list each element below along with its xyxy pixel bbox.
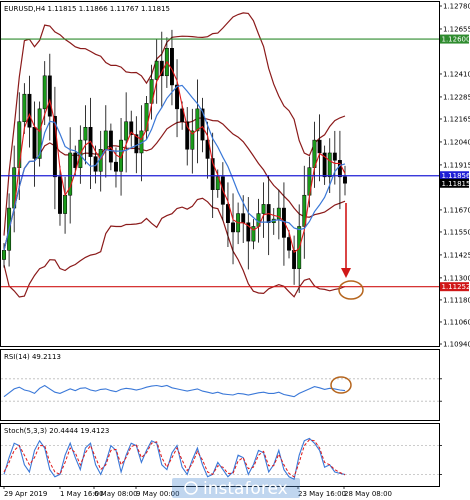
candle-body bbox=[292, 250, 297, 269]
price-tick-label: 1.12040 bbox=[443, 138, 470, 146]
rsi-label: RSI(14) 49.2113 bbox=[4, 353, 61, 361]
candle-body bbox=[114, 161, 118, 172]
price-tick-label: 1.12780 bbox=[443, 3, 470, 11]
candle-body bbox=[2, 250, 6, 260]
main-panel bbox=[0, 1, 440, 347]
price-tick-label: 1.12410 bbox=[443, 70, 470, 78]
candle-body bbox=[241, 213, 246, 224]
date-tick-label: 23 May 16:00 bbox=[298, 490, 346, 498]
candle-body bbox=[124, 121, 129, 141]
resistance-price-label: 1.12600 bbox=[442, 36, 470, 44]
symbol-header: EURUSD,H4 1.11815 1.11866 1.11767 1.1181… bbox=[4, 5, 170, 13]
price-tick-label: 1.11915 bbox=[443, 161, 470, 169]
candle-body bbox=[73, 152, 78, 168]
date-tick-label: 29 Apr 2019 bbox=[4, 490, 47, 498]
price-tick-label: 1.12165 bbox=[443, 115, 470, 123]
watermark-text: instaforex bbox=[203, 479, 288, 499]
candle-body bbox=[343, 176, 347, 184]
candle-body bbox=[195, 108, 200, 132]
candle-body bbox=[337, 160, 342, 178]
candle-body bbox=[103, 130, 108, 150]
candle-body bbox=[154, 60, 159, 80]
candle-body bbox=[42, 75, 47, 110]
eurusd-chart: 1.126001.118561.118151.11252 1.127801.12… bbox=[0, 1, 470, 499]
candle-body bbox=[32, 126, 37, 159]
candle-body bbox=[27, 93, 32, 128]
price-tick-label: 1.11060 bbox=[443, 318, 470, 326]
price-axis-ticks: 1.12780 1.12655 1.12410 1.12285 1.12165 1.120… bbox=[439, 3, 470, 475]
price-tick-label: 1.11670 bbox=[443, 206, 470, 214]
price-tick-label: 1.10940 bbox=[443, 341, 470, 349]
price-tick-label: 1.12285 bbox=[443, 93, 470, 101]
price-tick-label: 1.11180 bbox=[443, 296, 470, 304]
candle-body bbox=[231, 222, 235, 233]
support-price-label: 1.11252 bbox=[442, 283, 470, 291]
candle-body bbox=[108, 130, 113, 163]
candle-body bbox=[63, 194, 68, 214]
candle-body bbox=[58, 176, 62, 214]
rsi-panel bbox=[0, 349, 440, 421]
candle-body bbox=[332, 152, 337, 161]
candle-body bbox=[83, 126, 88, 141]
watermark: instaforex bbox=[172, 478, 300, 499]
stoch-label: Stoch(5,3,3) 20.4444 19.4123 bbox=[4, 427, 109, 435]
price-tick-label: 1.12655 bbox=[443, 25, 470, 33]
candle-body bbox=[47, 75, 52, 117]
candle-body bbox=[327, 152, 332, 178]
price-tick-label: 1.11425 bbox=[443, 251, 470, 259]
candle-body bbox=[22, 93, 27, 122]
date-tick-label: 28 May 08:00 bbox=[344, 490, 392, 498]
price-tick-label: 1.11300 bbox=[443, 274, 470, 282]
last-price-label: 1.11815 bbox=[442, 180, 470, 188]
candle-body bbox=[287, 237, 291, 251]
candle-body bbox=[170, 48, 174, 86]
candle-body bbox=[261, 204, 266, 214]
candle-body bbox=[317, 139, 322, 154]
date-tick-label: 6 May 08:00 bbox=[94, 490, 138, 498]
price-tick-label: 1.11550 bbox=[443, 228, 470, 236]
